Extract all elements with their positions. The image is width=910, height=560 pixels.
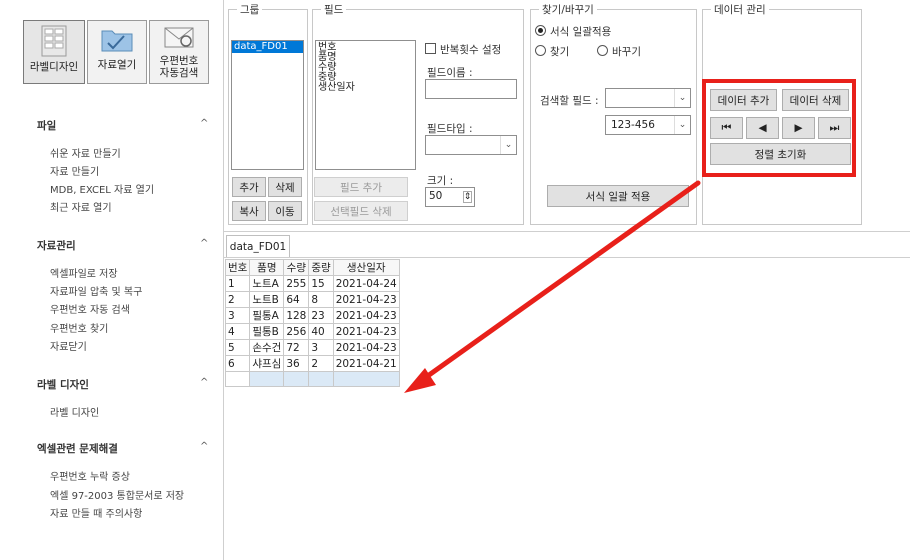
annotation-arrow — [404, 180, 701, 393]
